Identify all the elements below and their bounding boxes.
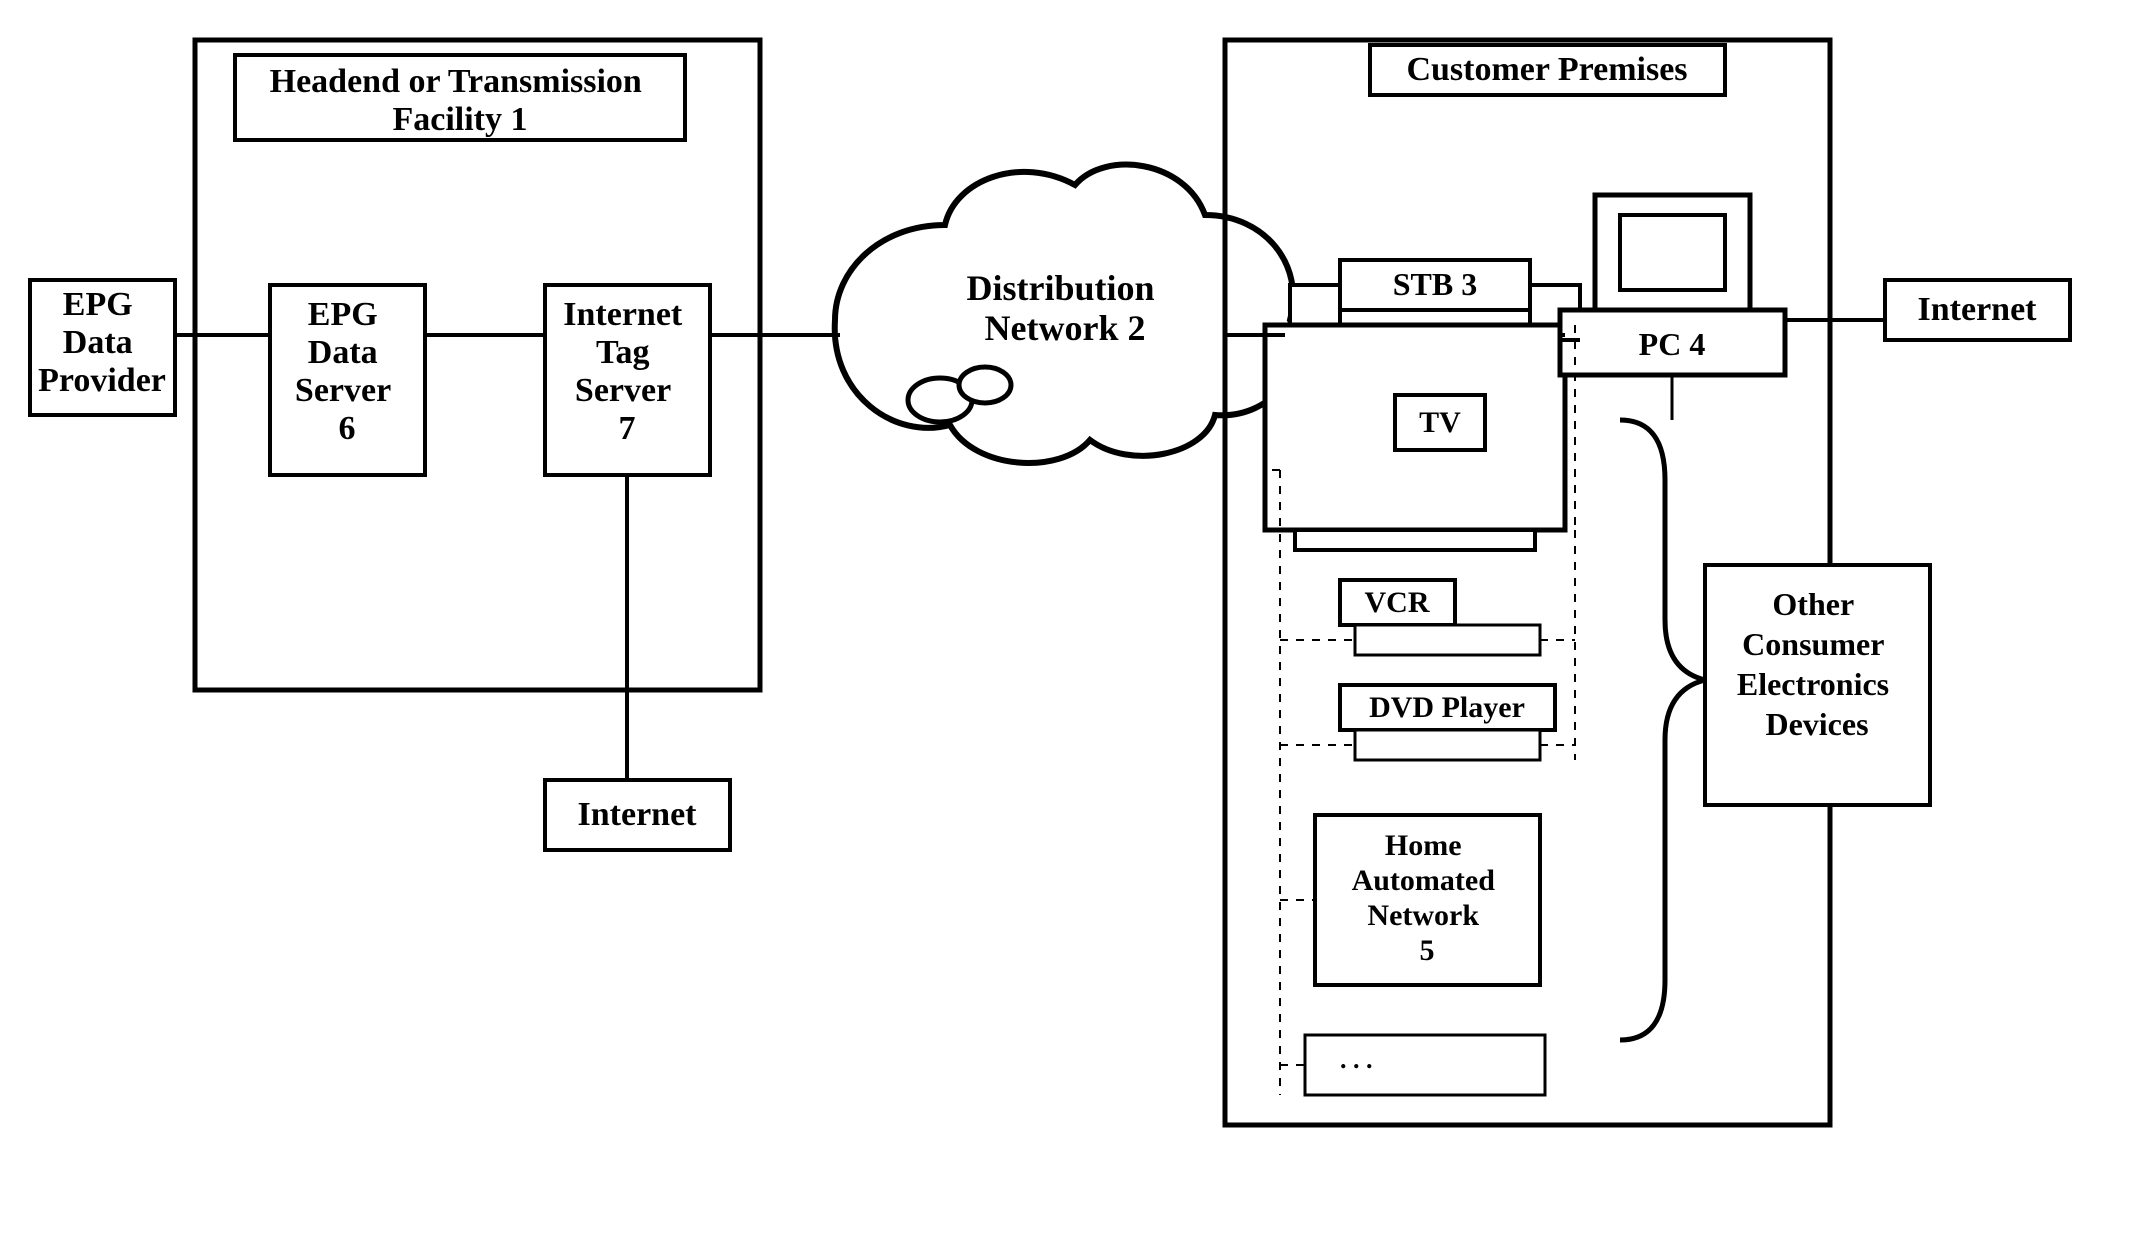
tv-label: TV <box>1419 406 1461 439</box>
customer-title-label: Customer Premises <box>1406 51 1687 88</box>
dvd-box: DVD Player <box>1340 685 1555 760</box>
home-network-box: Home Automated Network 5 <box>1315 815 1540 985</box>
internet-right-box: Internet <box>1885 280 2070 340</box>
internet-tag-server-box: Internet Tag Server 7 <box>545 285 710 475</box>
vcr-label: VCR <box>1365 586 1430 619</box>
stb-label: STB 3 <box>1393 266 1477 302</box>
vcr-box: VCR <box>1340 580 1540 655</box>
epg-data-provider-box: EPG Data Provider <box>30 280 175 415</box>
ellipsis-box: . . . <box>1305 1035 1545 1095</box>
internet-bottom-box: Internet <box>545 780 730 850</box>
pc-box: PC 4 <box>1560 195 1785 375</box>
network-diagram: EPG Data Provider Headend or Transmissio… <box>0 0 2153 1251</box>
curly-brace <box>1620 420 1705 1040</box>
internet-right-label: Internet <box>1918 291 2038 328</box>
tv-box: TV <box>1265 325 1565 550</box>
epg-data-server-box: EPG Data Server 6 <box>270 285 425 475</box>
distribution-network-cloud: Distribution Network 2 <box>835 165 1298 463</box>
dvd-label: DVD Player <box>1369 691 1525 724</box>
stb-box: STB 3 <box>1290 260 1580 325</box>
distribution-network-label: Distribution Network 2 <box>966 268 1163 348</box>
other-devices-box: Other Consumer Electronics Devices <box>1705 565 1930 805</box>
ellipsis-label: . . . <box>1340 1045 1373 1074</box>
pc-label: PC 4 <box>1639 326 1706 362</box>
internet-bottom-label: Internet <box>578 796 698 833</box>
